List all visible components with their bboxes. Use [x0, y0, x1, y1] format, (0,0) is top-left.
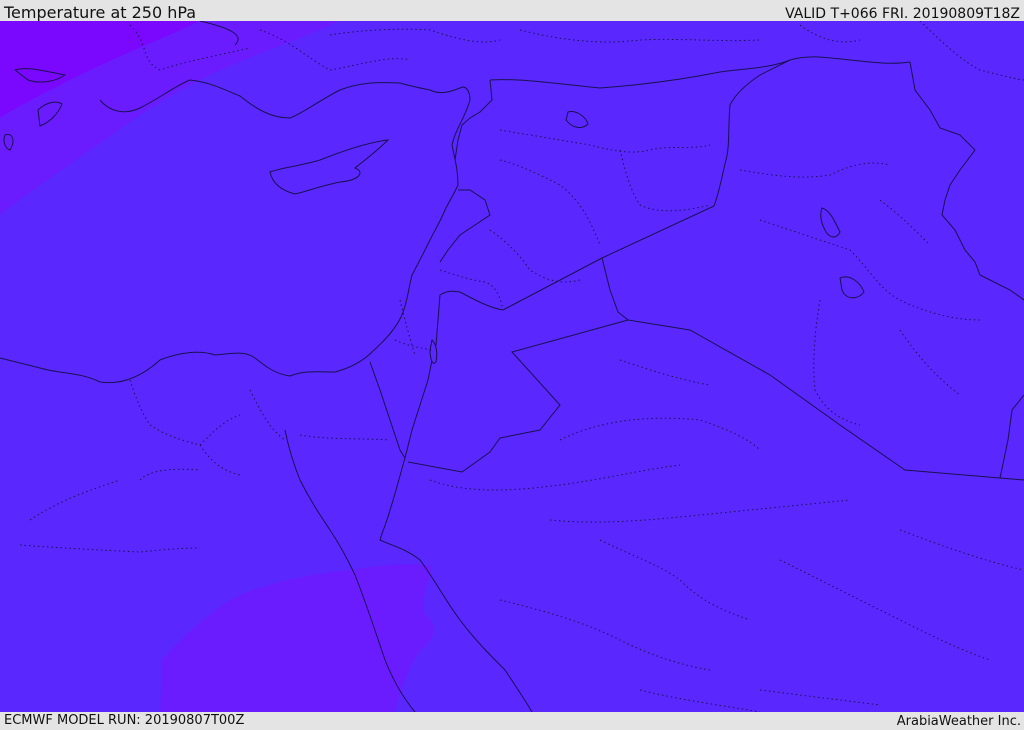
map-title: Temperature at 250 hPa	[4, 3, 197, 22]
temperature-map[interactable]	[0, 21, 1024, 712]
map-canvas	[0, 21, 1024, 712]
map-footer: ECMWF MODEL RUN: 20190807T00Z ArabiaWeat…	[0, 712, 1024, 729]
model-run-label: ECMWF MODEL RUN: 20190807T00Z	[4, 713, 245, 728]
temperature-field	[0, 21, 1024, 712]
credit-label: ArabiaWeather Inc.	[896, 714, 1021, 729]
map-header: Temperature at 250 hPa VALID T+066 FRI. …	[0, 0, 1024, 22]
